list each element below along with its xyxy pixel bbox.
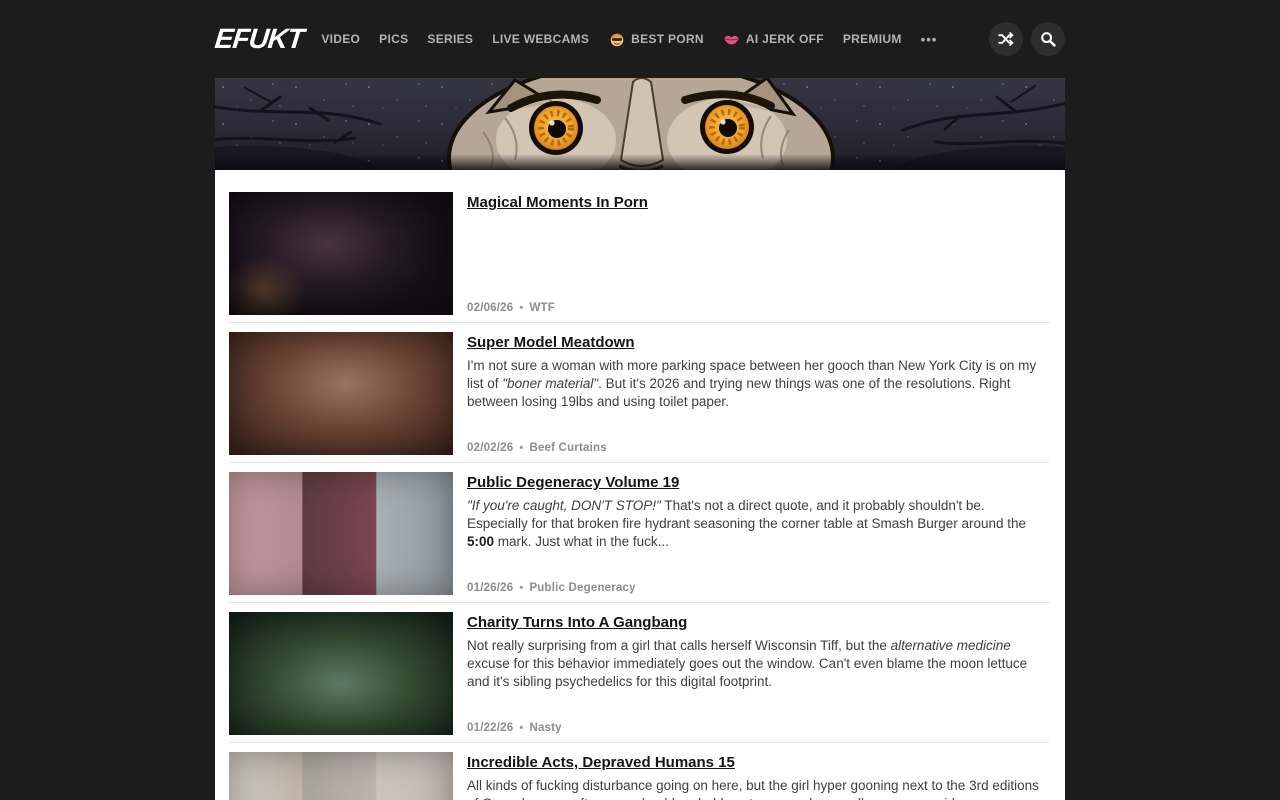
post-row: Charity Turns Into A Gangbang Not really…: [229, 612, 1050, 743]
post-body: Super Model Meatdown I'm not sure a woma…: [467, 332, 1050, 455]
post-title-link[interactable]: Incredible Acts, Depraved Humans 15: [467, 754, 735, 771]
search-icon: [1040, 31, 1056, 47]
video-thumbnail[interactable]: [229, 472, 453, 595]
meta-separator: •: [519, 722, 523, 734]
meta-separator: •: [519, 442, 523, 454]
post-body: Charity Turns Into A Gangbang Not really…: [467, 612, 1050, 735]
nav-item-best-porn[interactable]: BEST PORN: [608, 31, 704, 48]
video-thumbnail[interactable]: [229, 612, 453, 735]
post-meta: 02/06/26 • WTF: [467, 302, 1040, 315]
post-description: Not really surprising from a girl that c…: [467, 637, 1040, 691]
post-meta: 01/26/26 • Public Degeneracy: [467, 582, 1040, 595]
nav-item-label: PREMIUM: [843, 32, 902, 46]
main-nav: VIDEO PICS SERIES LIVE WEBCAMS BEST PORN AI…: [321, 31, 989, 48]
post-category-link[interactable]: Nasty: [529, 722, 561, 734]
post-body: Magical Moments In Porn 02/06/26 • WTF: [467, 192, 1050, 315]
post-row: Incredible Acts, Depraved Humans 15 All …: [229, 752, 1050, 800]
nav-item-label: VIDEO: [321, 32, 360, 46]
nav-item-label: AI JERK OFF: [746, 32, 824, 46]
nav-item-label: SERIES: [427, 32, 473, 46]
post-meta: 01/22/26 • Nasty: [467, 722, 1040, 735]
video-thumbnail[interactable]: [229, 752, 453, 800]
search-button[interactable]: [1031, 22, 1065, 56]
post-row: Super Model Meatdown I'm not sure a woma…: [229, 332, 1050, 463]
nav-item-pics[interactable]: PICS: [379, 32, 408, 46]
nav-item-live-webcams[interactable]: LIVE WEBCAMS: [492, 32, 589, 46]
post-title-link[interactable]: Public Degeneracy Volume 19: [467, 474, 679, 491]
nav-item-label: LIVE WEBCAMS: [492, 32, 589, 46]
nav-item-series[interactable]: SERIES: [427, 32, 473, 46]
lips-icon: [723, 31, 740, 48]
post-description: I'm not sure a woman with more parking s…: [467, 357, 1040, 411]
post-title-link[interactable]: Magical Moments In Porn: [467, 194, 648, 211]
post-date: 01/22/26: [467, 722, 513, 734]
post-date: 01/26/26: [467, 582, 513, 594]
nav-item-label: BEST PORN: [631, 32, 704, 46]
shuffle-button[interactable]: [989, 22, 1023, 56]
post-description: "If you're caught, DON'T STOP!" That's n…: [467, 497, 1040, 551]
nav-item-label: •••: [921, 32, 938, 47]
post-category-link[interactable]: WTF: [529, 302, 555, 314]
post-list: Magical Moments In Porn 02/06/26 • WTF S…: [215, 170, 1065, 800]
nav-item-ai-jerk-off[interactable]: AI JERK OFF: [723, 31, 824, 48]
nav-item-video[interactable]: VIDEO: [321, 32, 360, 46]
meta-separator: •: [519, 582, 523, 594]
post-title-link[interactable]: Charity Turns Into A Gangbang: [467, 614, 687, 631]
nav-item-premium[interactable]: PREMIUM: [843, 32, 902, 46]
post-meta: 02/02/26 • Beef Curtains: [467, 442, 1040, 455]
post-description: All kinds of fucking disturbance going o…: [467, 777, 1040, 800]
meta-separator: •: [519, 302, 523, 314]
face-shades-icon: [608, 31, 625, 48]
post-category-link[interactable]: Beef Curtains: [529, 442, 606, 454]
top-nav: EFUKT VIDEO PICS SERIES LIVE WEBCAMS BEST P…: [215, 0, 1065, 78]
post-body: Public Degeneracy Volume 19 "If you're c…: [467, 472, 1050, 595]
post-date: 02/02/26: [467, 442, 513, 454]
video-thumbnail[interactable]: [229, 332, 453, 455]
post-row: Public Degeneracy Volume 19 "If you're c…: [229, 472, 1050, 603]
post-title-link[interactable]: Super Model Meatdown: [467, 334, 635, 351]
site-logo[interactable]: EFUKT: [213, 23, 305, 55]
post-body: Incredible Acts, Depraved Humans 15 All …: [467, 752, 1050, 800]
page-column: EFUKT VIDEO PICS SERIES LIVE WEBCAMS BEST P…: [215, 0, 1065, 800]
post-row: Magical Moments In Porn 02/06/26 • WTF: [229, 192, 1050, 323]
video-thumbnail[interactable]: [229, 192, 453, 315]
banner-owl-illustration[interactable]: [215, 78, 1065, 170]
header-icon-buttons: [989, 22, 1065, 56]
shuffle-icon: [998, 31, 1014, 47]
owl-artwork: [215, 78, 1065, 170]
post-category-link[interactable]: Public Degeneracy: [529, 582, 635, 594]
post-date: 02/06/26: [467, 302, 513, 314]
nav-item-label: PICS: [379, 32, 408, 46]
nav-item-more[interactable]: •••: [921, 32, 938, 47]
